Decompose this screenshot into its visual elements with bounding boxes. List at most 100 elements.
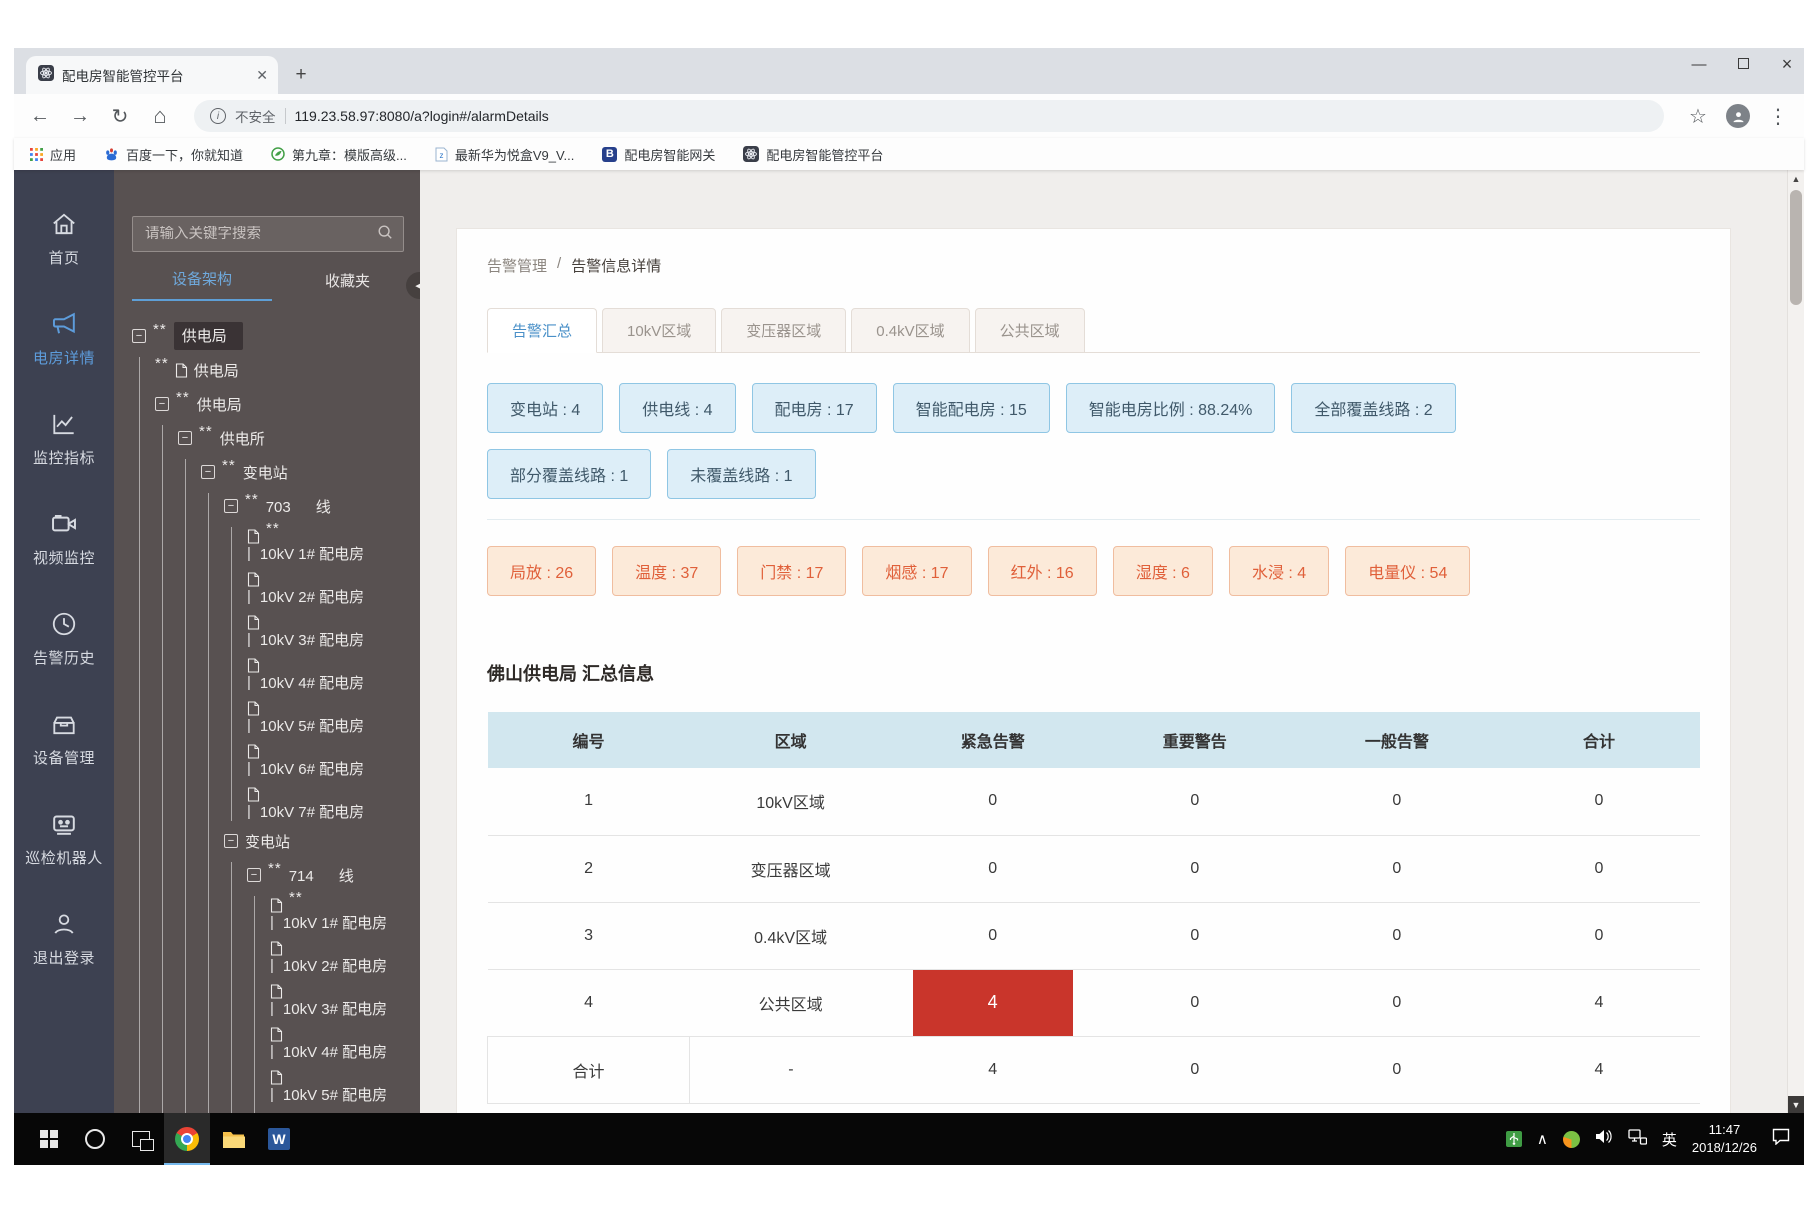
tree-branch[interactable]: −**供电所	[178, 425, 404, 451]
stat-badge[interactable]: 智能配电房 : 15	[893, 383, 1050, 433]
bookmark-baidu[interactable]: 百度一下，你就知道	[104, 145, 243, 164]
tree-branch[interactable]: −**供电局	[132, 323, 404, 349]
stat-badge[interactable]: 全部覆盖线路 : 2	[1291, 383, 1455, 433]
back-icon[interactable]: ←	[28, 105, 52, 128]
stat-badge[interactable]: 配电房 : 17	[752, 383, 877, 433]
word-taskbar-icon[interactable]: W	[256, 1113, 302, 1165]
sidebar-item-room-details[interactable]: 电房详情	[14, 296, 114, 396]
tree-branch[interactable]: −**703 线	[224, 493, 404, 519]
scroll-down-icon[interactable]: ▼	[1788, 1096, 1804, 1113]
tree-node-label[interactable]: 10kV 7# 配电房	[260, 801, 364, 822]
tree-leaf[interactable]: |10kV 2# 配电房	[270, 939, 404, 975]
tree-leaf[interactable]: |10kV 4# 配电房	[270, 1025, 404, 1061]
alarm-badge[interactable]: 门禁 : 17	[737, 546, 846, 596]
sidebar-item-inspection-robot[interactable]: 巡检机器人	[14, 796, 114, 896]
menu-dots-icon[interactable]: ⋮	[1766, 104, 1790, 129]
tree-branch[interactable]: −**714 线	[247, 862, 404, 888]
info-icon[interactable]: i	[210, 108, 226, 124]
tree-node-label[interactable]: 10kV 1# 配电房	[283, 912, 387, 933]
network-icon[interactable]	[1628, 1129, 1647, 1150]
tree-leaf[interactable]: |10kV 3# 配电房	[270, 982, 404, 1018]
sidebar-item-device-management[interactable]: 设备管理	[14, 696, 114, 796]
scroll-up-icon[interactable]: ▲	[1788, 170, 1804, 187]
sidebar-item-alarm-history[interactable]: 告警历史	[14, 596, 114, 696]
tree-branch[interactable]: −变电站	[224, 828, 404, 854]
tree-leaf[interactable]: **|10kV 1# 配电房	[270, 896, 404, 932]
profile-avatar[interactable]	[1726, 104, 1750, 128]
collapse-icon[interactable]: −	[178, 431, 192, 445]
tree-node-label[interactable]: 供电局	[194, 360, 239, 381]
window-maximize-icon[interactable]	[1734, 56, 1752, 73]
tree-leaf[interactable]: |10kV 3# 配电房	[247, 613, 404, 649]
tree-leaf[interactable]: |10kV 4# 配电房	[247, 656, 404, 692]
sidebar-item-monitor-metrics[interactable]: 监控指标	[14, 396, 114, 496]
tree-node-label[interactable]: 变电站	[245, 831, 290, 852]
tree-node-label[interactable]: 供电局	[197, 394, 242, 415]
tree-node-label[interactable]: 10kV 4# 配电房	[283, 1041, 387, 1062]
forward-icon[interactable]: →	[68, 105, 92, 128]
tree-branch[interactable]: −**供电局	[155, 391, 404, 417]
bookmark-gateway[interactable]: B配电房智能网关	[602, 145, 715, 164]
tab-area-10kv[interactable]: 10kV区域	[602, 308, 716, 353]
reload-icon[interactable]: ↻	[108, 104, 132, 129]
search-icon[interactable]	[377, 224, 393, 245]
file-explorer-icon[interactable]	[210, 1113, 256, 1165]
action-center-icon[interactable]	[1772, 1128, 1790, 1150]
stat-badge[interactable]: 部分覆盖线路 : 1	[487, 449, 651, 499]
tree-node-label[interactable]: 供电局	[174, 322, 243, 350]
tab-area-transformer[interactable]: 变压器区域	[721, 308, 846, 353]
tree-node-label[interactable]: 10kV 5# 配电房	[283, 1084, 387, 1105]
alarm-badge[interactable]: 水浸 : 4	[1229, 546, 1329, 596]
panel-collapse-button[interactable]: ◀	[406, 272, 420, 299]
alarm-badge[interactable]: 红外 : 16	[988, 546, 1097, 596]
tree-search-box[interactable]	[132, 216, 404, 252]
tree-node-label[interactable]: 10kV 3# 配电房	[260, 629, 364, 650]
tree-leaf[interactable]: |10kV 7# 配电房	[247, 785, 404, 821]
scrollbar[interactable]: ▲ ▼	[1787, 170, 1804, 1113]
tab-close-icon[interactable]: ✕	[256, 67, 268, 84]
tree-node-label[interactable]: 10kV 4# 配电房	[260, 672, 364, 693]
tree-leaf[interactable]: |10kV 5# 配电房	[270, 1068, 404, 1104]
tree-leaf[interactable]: |10kV 5# 配电房	[247, 699, 404, 735]
tree-tab-device-structure[interactable]: 设备架构	[132, 268, 272, 301]
task-view-button[interactable]	[118, 1113, 164, 1165]
collapse-icon[interactable]: −	[224, 499, 238, 513]
tree-tab-favorites[interactable]: 收藏夹	[321, 270, 374, 301]
new-tab-button[interactable]: +	[286, 60, 316, 90]
tree-leaf[interactable]: **供电局	[155, 357, 404, 383]
start-button[interactable]	[26, 1113, 72, 1165]
tree-node-label[interactable]: 703 线	[266, 496, 331, 517]
tree-node-label[interactable]: 供电所	[220, 428, 265, 449]
alarm-badge[interactable]: 局放 : 26	[487, 546, 596, 596]
security-label[interactable]: 不安全	[235, 106, 276, 126]
stat-badge[interactable]: 智能电房比例 : 88.24%	[1066, 383, 1276, 433]
alarm-badge[interactable]: 温度 : 37	[612, 546, 721, 596]
tree-leaf[interactable]: |10kV 6# 配电房	[247, 742, 404, 778]
address-bar[interactable]: i 不安全 119.23.58.97:8080/a?login#/alarmDe…	[194, 100, 1664, 132]
input-language-indicator[interactable]: 英	[1662, 1129, 1677, 1150]
scrollbar-thumb[interactable]	[1790, 190, 1802, 305]
alarm-badge[interactable]: 湿度 : 6	[1113, 546, 1213, 596]
tab-area-public[interactable]: 公共区域	[975, 308, 1085, 353]
alarm-badge[interactable]: 电量仪 : 54	[1345, 546, 1470, 596]
bookmark-star-icon[interactable]: ☆	[1686, 104, 1710, 129]
tree-node-label[interactable]: 10kV 5# 配电房	[260, 715, 364, 736]
stat-badge[interactable]: 未覆盖线路 : 1	[667, 449, 815, 499]
url-text[interactable]: 119.23.58.97:8080/a?login#/alarmDetails	[295, 108, 549, 124]
bookmark-platform[interactable]: 配电房智能管控平台	[743, 145, 883, 164]
cortana-button[interactable]	[72, 1113, 118, 1165]
antivirus-tray-icon[interactable]	[1563, 1131, 1580, 1148]
volume-icon[interactable]	[1595, 1129, 1613, 1149]
tree-branch[interactable]: −**变电站	[201, 459, 404, 485]
stat-badge[interactable]: 供电线 : 4	[619, 383, 735, 433]
tree-node-label[interactable]: 10kV 1# 配电房	[260, 543, 364, 564]
tree-node-label[interactable]: 10kV 2# 配电房	[260, 586, 364, 607]
tree-node-label[interactable]: 变电站	[243, 462, 288, 483]
tree-node-label[interactable]: 714 线	[289, 865, 354, 886]
window-close-icon[interactable]: ×	[1778, 54, 1796, 75]
collapse-icon[interactable]: −	[247, 868, 261, 882]
bookmark-chapter9[interactable]: 第九章：模版高级...	[271, 145, 407, 164]
sidebar-item-video-monitor[interactable]: 视频监控	[14, 496, 114, 596]
tree-leaf[interactable]: **|10kV 1# 配电房	[247, 527, 404, 563]
home-icon[interactable]: ⌂	[148, 103, 172, 129]
